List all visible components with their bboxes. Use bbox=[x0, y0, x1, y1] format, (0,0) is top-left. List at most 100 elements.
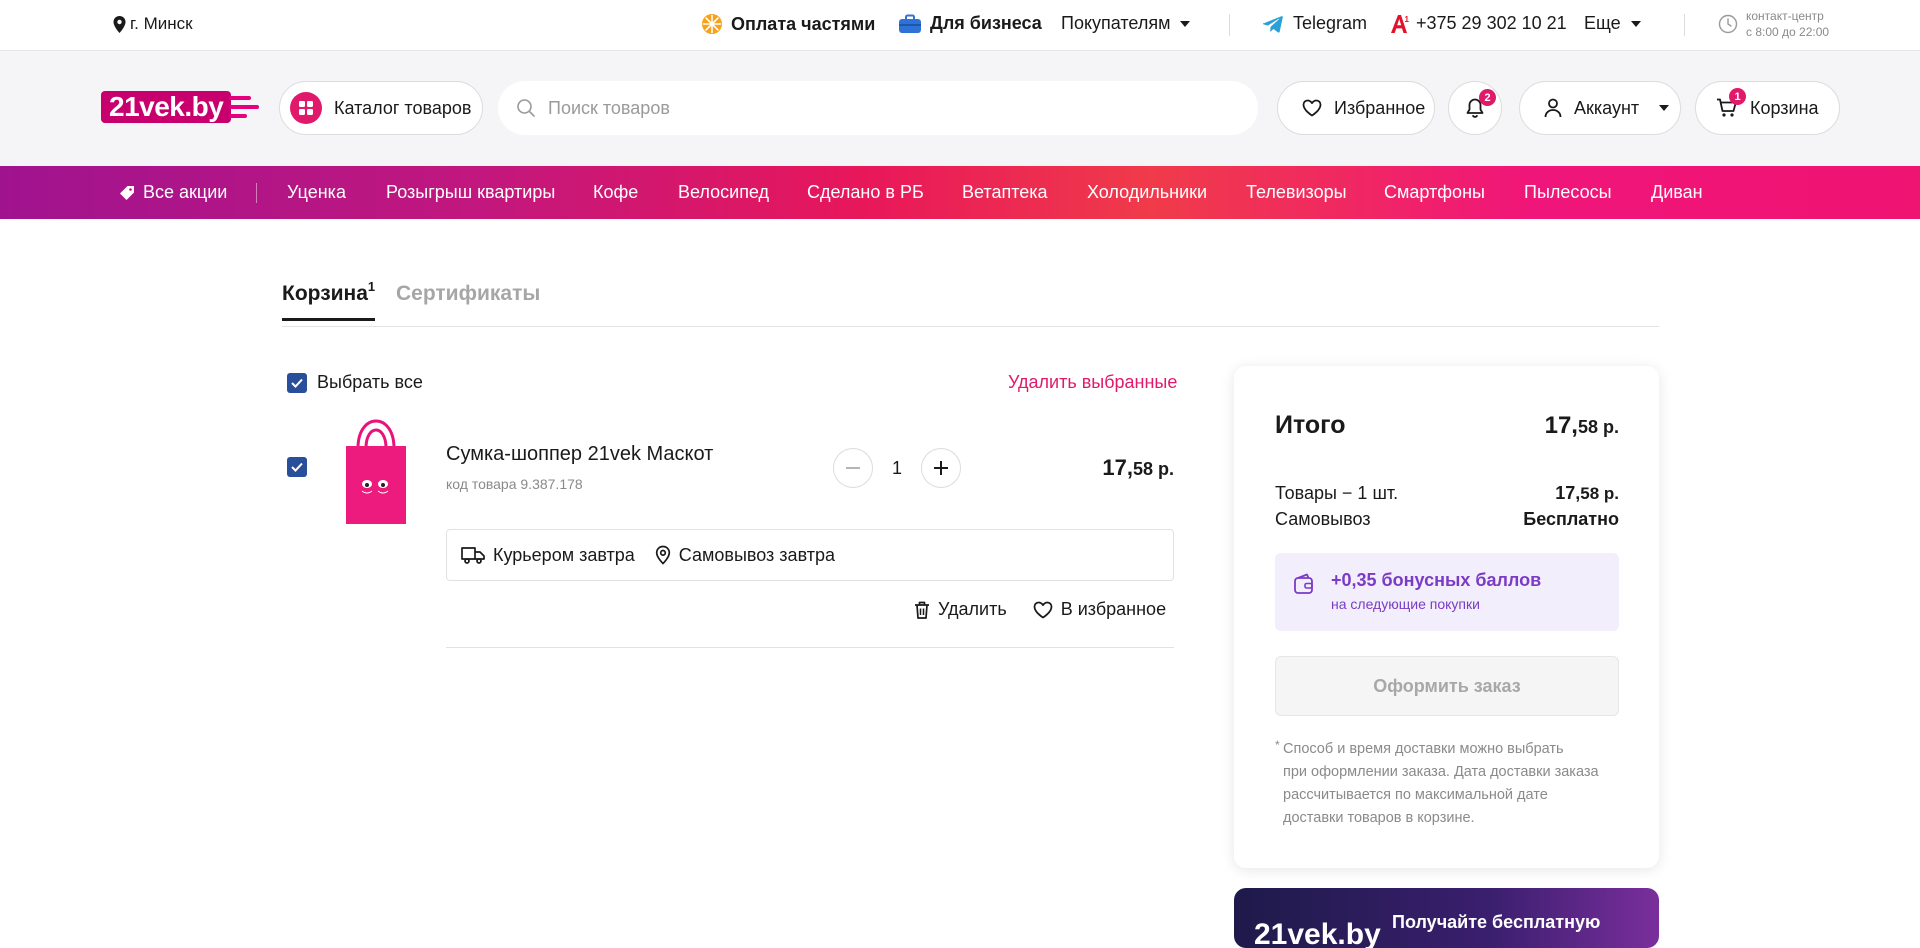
promo-item[interactable]: Сделано в РБ bbox=[807, 182, 924, 203]
phone-link[interactable]: 1 +375 29 302 10 21 bbox=[1390, 13, 1567, 34]
item-checkbox[interactable] bbox=[287, 457, 307, 477]
location-pin-icon bbox=[655, 545, 670, 565]
search-input[interactable] bbox=[548, 97, 1148, 119]
telegram-link[interactable]: Telegram bbox=[1263, 13, 1367, 34]
trash-icon bbox=[915, 601, 929, 619]
promo-divider bbox=[256, 183, 257, 203]
promo-nav: Все акции Уценка Розыгрыш квартиры Кофе … bbox=[0, 166, 1920, 219]
a1-operator-icon: 1 bbox=[1391, 14, 1410, 33]
promo-item[interactable]: Диван bbox=[1651, 182, 1703, 203]
favorites-button[interactable]: Избранное bbox=[1277, 81, 1435, 135]
city-name: г. Минск bbox=[130, 14, 193, 33]
bonus-points-box: +0,35 бонусных баллов на следующие покуп… bbox=[1275, 553, 1619, 631]
svg-text:1: 1 bbox=[1405, 15, 1410, 24]
business-link[interactable]: Для бизнеса bbox=[898, 13, 1042, 34]
summary-title: Итого bbox=[1275, 411, 1346, 439]
favorites-label: Избранное bbox=[1334, 97, 1426, 118]
contact-center-info: контакт-центр с 8:00 до 22:00 bbox=[1718, 8, 1829, 40]
goods-value: 17,58 р. bbox=[1555, 483, 1619, 504]
item-divider bbox=[446, 647, 1174, 648]
note-line: рассчитывается по максимальной дате bbox=[1283, 787, 1548, 803]
account-button[interactable]: Аккаунт bbox=[1519, 81, 1681, 135]
quantity-value[interactable]: 1 bbox=[873, 458, 921, 479]
cart-tabs: Корзина1 Сертификаты bbox=[282, 276, 1659, 327]
promo-all-link[interactable]: Все акции bbox=[119, 182, 227, 203]
summary-total: 17,58 р. bbox=[1545, 412, 1619, 440]
telegram-icon bbox=[1263, 15, 1283, 33]
cart-button[interactable]: 1 Корзина bbox=[1695, 81, 1840, 135]
promo-item[interactable]: Велосипед bbox=[678, 182, 769, 203]
tab-cart[interactable]: Корзина1 bbox=[282, 279, 376, 321]
price-fraction: 58 р. bbox=[1132, 459, 1174, 479]
note-asterisk: * bbox=[1275, 738, 1280, 752]
delivery-options: Курьером завтра Самовывоз завтра bbox=[446, 529, 1174, 581]
decrease-quantity-button[interactable] bbox=[833, 448, 873, 488]
checkout-button[interactable]: Оформить заказ bbox=[1275, 656, 1619, 716]
promo-item[interactable]: Смартфоны bbox=[1384, 182, 1485, 203]
chevron-down-icon bbox=[1659, 105, 1670, 111]
increase-quantity-button[interactable] bbox=[921, 448, 961, 488]
clock-icon bbox=[1718, 14, 1738, 34]
chevron-down-icon bbox=[1630, 20, 1641, 27]
promo-all-label: Все акции bbox=[143, 182, 228, 202]
business-label: Для бизнеса bbox=[930, 13, 1042, 33]
account-label: Аккаунт bbox=[1574, 97, 1640, 118]
checkbox-checked-icon bbox=[287, 372, 307, 393]
site-logo[interactable]: 21vek.by bbox=[101, 91, 260, 123]
add-to-favorites-button[interactable]: В избранное bbox=[1033, 599, 1166, 620]
tab-certificates[interactable]: Сертификаты bbox=[396, 282, 540, 306]
logo-speed-lines bbox=[229, 96, 260, 118]
promo-item[interactable]: Розыгрыш квартиры bbox=[386, 182, 555, 203]
goods-fraction: 58 р. bbox=[1580, 484, 1619, 503]
heart-icon bbox=[1033, 601, 1053, 618]
pickup-value: Бесплатно bbox=[1523, 509, 1619, 529]
product-image[interactable] bbox=[340, 410, 412, 525]
user-icon bbox=[1544, 98, 1562, 118]
more-menu[interactable]: Еще bbox=[1584, 13, 1641, 34]
select-all-checkbox[interactable]: Выбрать все bbox=[287, 372, 423, 393]
promo-item[interactable]: Кофе bbox=[593, 182, 638, 203]
delete-item-label: Удалить bbox=[938, 599, 1007, 619]
promo-item[interactable]: Пылесосы bbox=[1524, 182, 1612, 203]
logo-text: 21vek.by bbox=[101, 91, 232, 123]
goods-integer: 17, bbox=[1555, 483, 1581, 503]
delete-selected-link[interactable]: Удалить выбранные bbox=[1008, 372, 1177, 393]
orange-slice-icon bbox=[702, 14, 722, 34]
product-price: 17,58 р. bbox=[1102, 455, 1174, 481]
city-selector[interactable]: г. Минск bbox=[113, 14, 193, 34]
quantity-stepper: 1 bbox=[833, 448, 961, 488]
delivery-courier: Курьером завтра bbox=[461, 545, 635, 566]
total-integer: 17, bbox=[1544, 412, 1578, 439]
promo-item[interactable]: Телевизоры bbox=[1246, 182, 1347, 203]
promo-item[interactable]: Ветаптека bbox=[962, 182, 1048, 203]
product-name[interactable]: Сумка-шоппер 21vek Маскот bbox=[446, 443, 713, 466]
catalog-button[interactable]: Каталог товаров bbox=[279, 81, 483, 135]
product-code: код товара 9.387.178 bbox=[446, 476, 583, 492]
briefcase-icon bbox=[899, 14, 921, 33]
delete-item-button[interactable]: Удалить bbox=[914, 599, 1007, 620]
catalog-label: Каталог товаров bbox=[334, 97, 472, 118]
delivery-pickup: Самовывоз завтра bbox=[655, 545, 835, 566]
installments-link[interactable]: Оплата частями bbox=[701, 13, 875, 35]
truck-icon bbox=[461, 547, 485, 564]
more-label: Еще bbox=[1584, 13, 1621, 33]
tag-icon bbox=[120, 185, 134, 200]
heart-icon bbox=[1302, 99, 1322, 117]
total-fraction: 58 р. bbox=[1577, 417, 1619, 437]
topbar-divider bbox=[1229, 14, 1230, 36]
phone-number: +375 29 302 10 21 bbox=[1416, 13, 1567, 33]
contact-center-hours: с 8:00 до 22:00 bbox=[1746, 25, 1830, 39]
add-to-favorites-label: В избранное bbox=[1060, 599, 1167, 619]
chevron-down-icon bbox=[1180, 20, 1191, 27]
promo-item[interactable]: Уценка bbox=[287, 182, 346, 203]
main-header: 21vek.by Каталог товаров Избранное 2 Акк… bbox=[0, 51, 1920, 166]
summary-pickup-row: Самовывоз Бесплатно bbox=[1275, 509, 1619, 530]
note-line: при оформлении заказа. Дата доставки зак… bbox=[1283, 764, 1599, 780]
search-icon bbox=[517, 99, 535, 117]
buyers-menu[interactable]: Покупателям bbox=[1061, 13, 1191, 34]
item-actions: Удалить В избранное bbox=[914, 599, 1166, 620]
promo-banner[interactable]: 21vek.by Получайте бесплатную bbox=[1234, 888, 1659, 948]
notifications-button[interactable]: 2 bbox=[1448, 81, 1502, 135]
contact-center-label: контакт-центр bbox=[1746, 9, 1824, 23]
promo-item[interactable]: Холодильники bbox=[1087, 182, 1207, 203]
